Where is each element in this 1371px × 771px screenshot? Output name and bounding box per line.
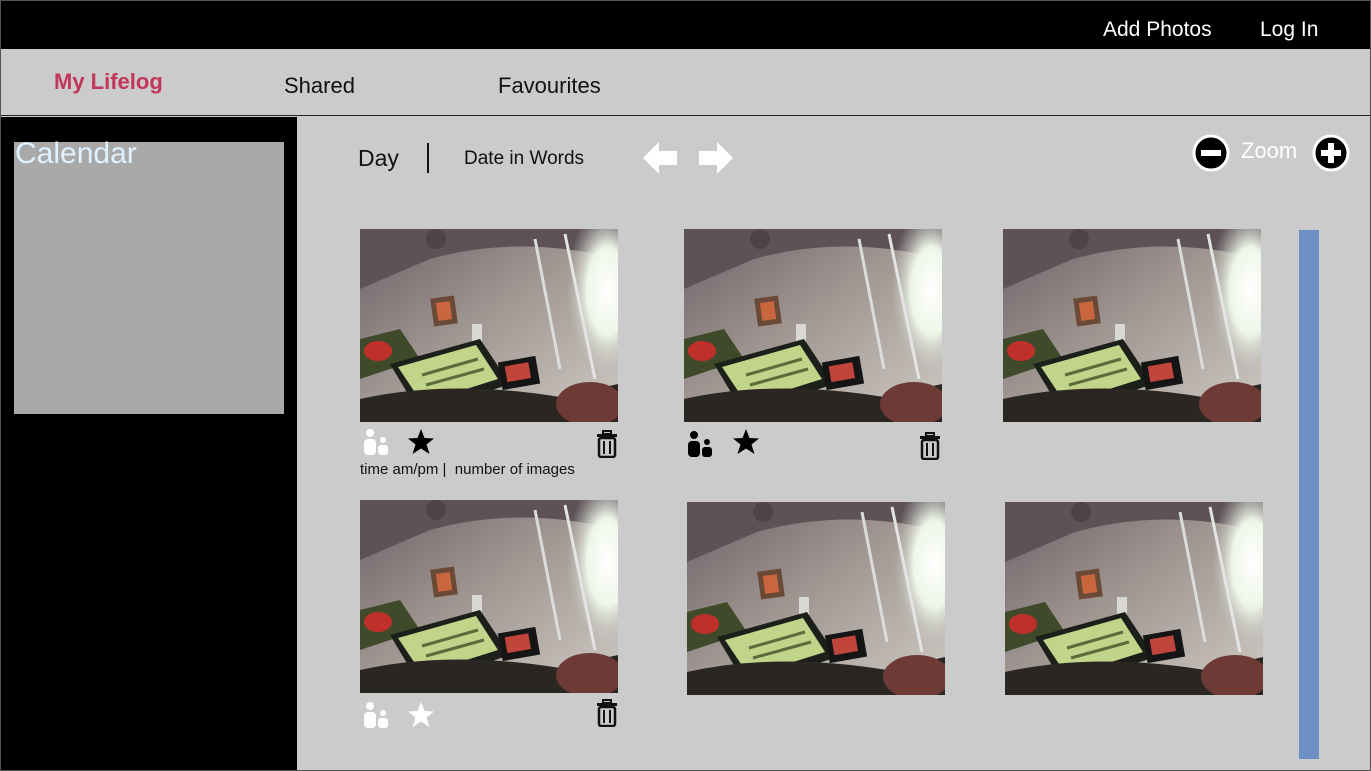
nav-bar: My Lifelog Shared Favourites: [1, 49, 1370, 116]
zoom-out-button[interactable]: [1192, 134, 1230, 172]
add-photos-link[interactable]: Add Photos: [1103, 18, 1212, 42]
trash-icon[interactable]: [593, 699, 621, 727]
arrow-left-icon[interactable]: [642, 141, 678, 175]
photo-thumbnail[interactable]: [360, 500, 618, 693]
tab-my-lifelog[interactable]: My Lifelog: [54, 69, 163, 95]
zoom-in-button[interactable]: [1312, 134, 1350, 172]
trash-icon[interactable]: [916, 432, 944, 460]
caption-separator: |: [438, 461, 455, 478]
calendar-widget[interactable]: [14, 142, 284, 414]
vertical-scrollbar[interactable]: [1299, 230, 1319, 759]
sidebar: Calendar: [1, 117, 297, 770]
calendar-title: Calendar: [15, 137, 137, 170]
photo-thumbnail[interactable]: [1003, 229, 1261, 422]
photo-thumbnail[interactable]: [684, 229, 942, 422]
people-icon[interactable]: [686, 430, 714, 458]
people-icon[interactable]: [362, 701, 390, 729]
photo-caption: time am/pm | number of images: [360, 461, 575, 478]
top-bar: Add Photos Log In: [1, 1, 1370, 49]
day-view-button[interactable]: Day: [358, 145, 399, 172]
log-in-link[interactable]: Log In: [1260, 18, 1318, 42]
arrow-right-icon[interactable]: [698, 141, 734, 175]
tab-favourites[interactable]: Favourites: [498, 73, 601, 99]
time-label: time am/pm: [360, 461, 439, 478]
photo-thumbnail[interactable]: [1005, 502, 1263, 695]
tab-shared[interactable]: Shared: [284, 73, 355, 99]
trash-icon[interactable]: [593, 430, 621, 458]
photo-thumbnail[interactable]: [360, 229, 618, 422]
star-filled-icon[interactable]: [732, 428, 760, 456]
people-icon[interactable]: [362, 428, 390, 456]
date-in-words: Date in Words: [464, 148, 585, 169]
zoom-label: Zoom: [1241, 138, 1298, 163]
image-count-label: number of images: [454, 461, 575, 478]
photo-thumbnail[interactable]: [687, 502, 945, 695]
app-frame: Add Photos Log In My Lifelog Shared Favo…: [0, 0, 1371, 771]
star-filled-icon[interactable]: [407, 428, 435, 456]
main-content: Day Date in Words Zoom time am/pm | numb…: [297, 117, 1370, 770]
star-outline-icon[interactable]: [407, 701, 435, 729]
toolbar-divider: [427, 143, 429, 173]
